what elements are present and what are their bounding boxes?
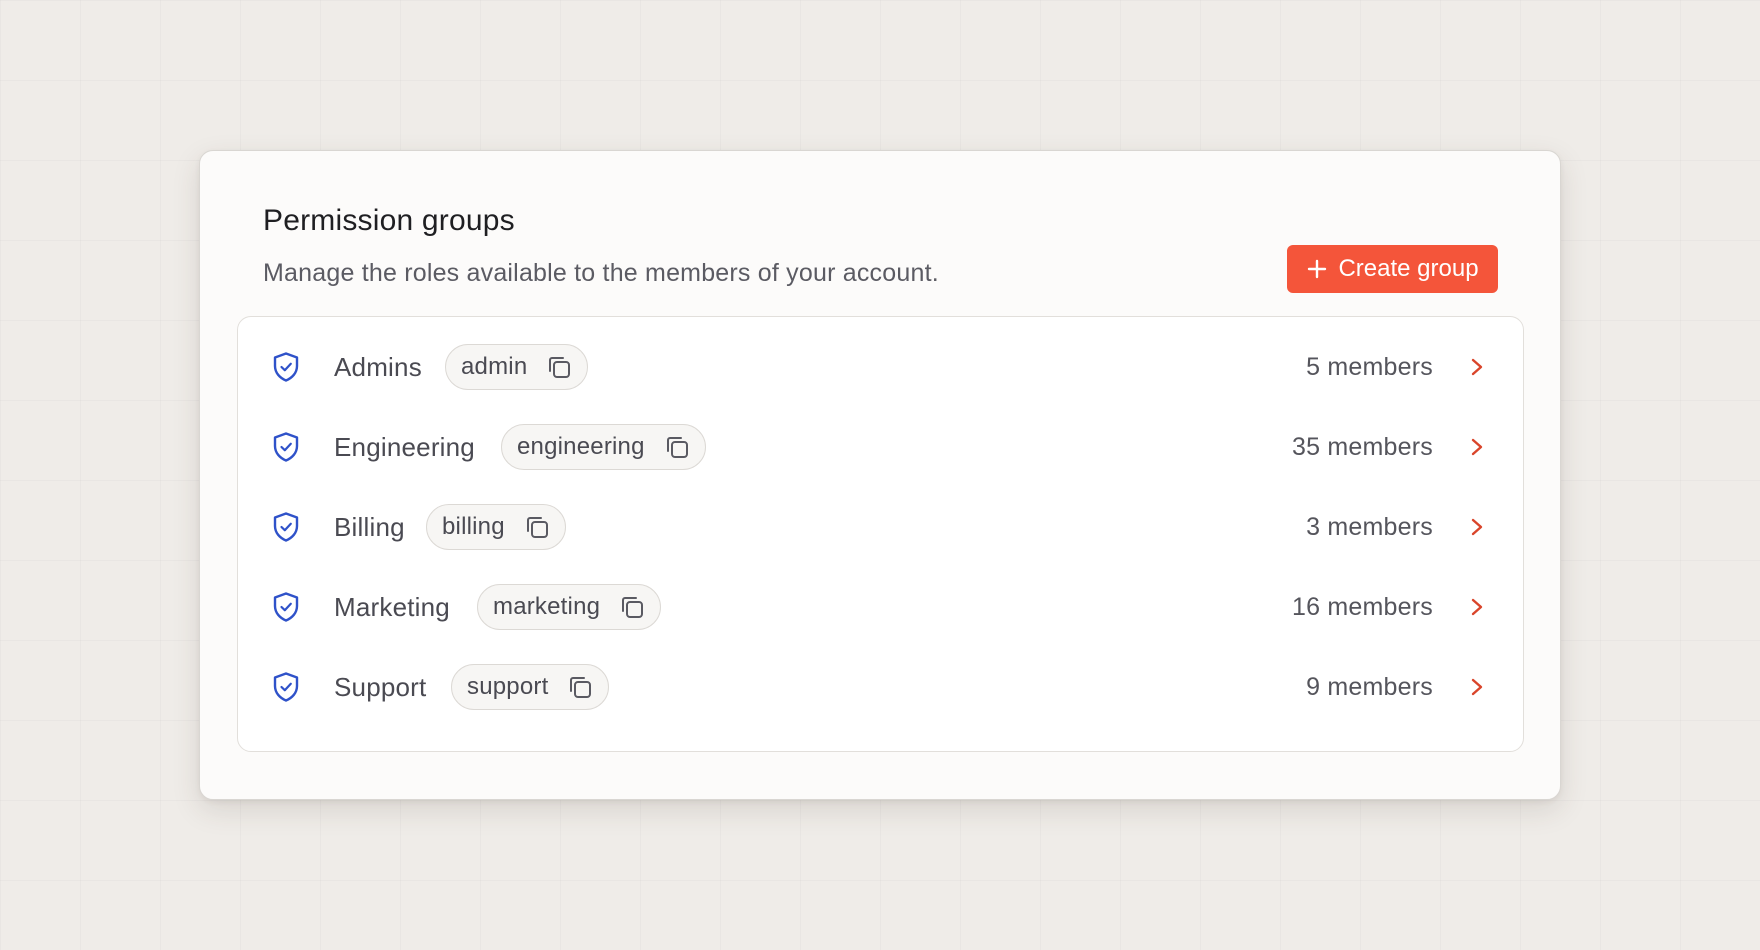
group-slug-chip: support: [451, 664, 610, 710]
group-slug-chip: engineering: [501, 424, 706, 470]
group-slug: billing: [442, 513, 505, 540]
member-count: 9 members: [1306, 672, 1433, 701]
chevron-right-icon[interactable]: [1467, 355, 1487, 379]
member-count: 16 members: [1292, 592, 1433, 621]
member-count: 35 members: [1292, 432, 1433, 461]
copy-icon[interactable]: [618, 593, 646, 621]
member-count: 3 members: [1306, 512, 1433, 541]
group-slug-chip: admin: [445, 344, 589, 390]
group-slug: support: [467, 673, 549, 700]
group-slug: admin: [461, 353, 528, 380]
permission-groups-card: Permission groups Manage the roles avail…: [199, 150, 1561, 800]
group-name: Billing: [334, 511, 405, 542]
shield-check-icon: [273, 592, 299, 622]
list-item[interactable]: Support support 9 members: [238, 647, 1523, 727]
shield-check-icon: [273, 352, 299, 382]
copy-icon[interactable]: [545, 353, 573, 381]
chevron-right-icon[interactable]: [1467, 515, 1487, 539]
group-slug-chip: billing: [426, 504, 566, 550]
group-name: Marketing: [334, 591, 450, 622]
page-title: Permission groups: [263, 204, 515, 237]
chevron-right-icon[interactable]: [1467, 675, 1487, 699]
copy-icon[interactable]: [566, 673, 594, 701]
plus-icon: [1308, 259, 1327, 279]
chevron-right-icon[interactable]: [1467, 435, 1487, 459]
create-group-label: Create group: [1338, 255, 1479, 282]
group-slug-chip: marketing: [477, 584, 662, 630]
list-item[interactable]: Admins admin 5 members: [238, 327, 1523, 407]
list-item[interactable]: Marketing marketing 16 members: [238, 567, 1523, 647]
group-slug: marketing: [493, 593, 601, 620]
list-item[interactable]: Engineering engineering 35 members: [238, 407, 1523, 487]
groups-list: Admins admin 5 members Engineering engin…: [237, 316, 1524, 752]
shield-check-icon: [273, 432, 299, 462]
create-group-button[interactable]: Create group: [1287, 245, 1498, 293]
member-count: 5 members: [1306, 352, 1433, 381]
group-name: Engineering: [334, 431, 475, 462]
page-description: Manage the roles available to the member…: [263, 259, 939, 287]
copy-icon[interactable]: [523, 513, 551, 541]
group-slug: engineering: [517, 433, 645, 460]
chevron-right-icon[interactable]: [1467, 595, 1487, 619]
shield-check-icon: [273, 512, 299, 542]
copy-icon[interactable]: [663, 433, 691, 461]
group-name: Support: [334, 671, 427, 702]
shield-check-icon: [273, 672, 299, 702]
list-item[interactable]: Billing billing 3 members: [238, 487, 1523, 567]
group-name: Admins: [334, 351, 422, 382]
